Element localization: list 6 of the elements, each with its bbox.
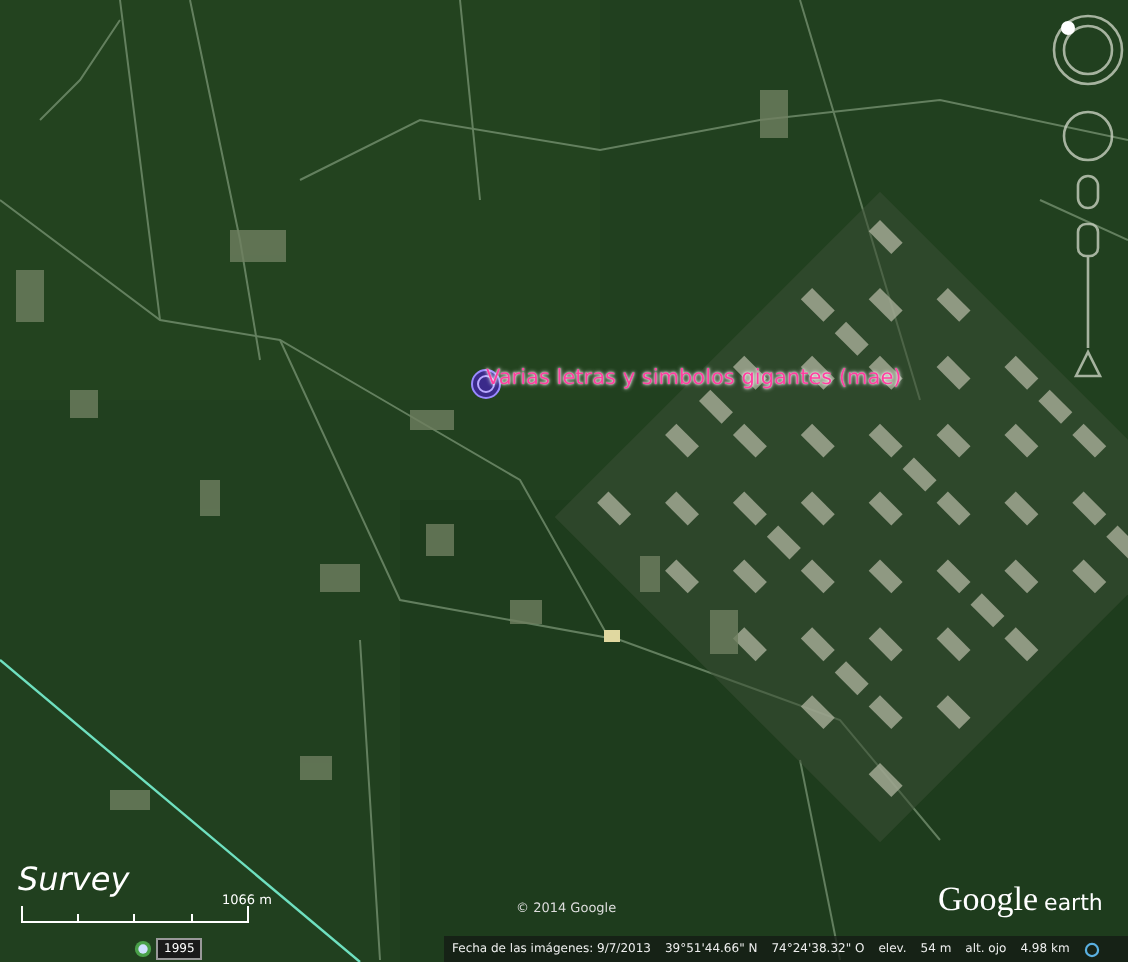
survey-logo: Survey <box>18 860 130 898</box>
logo-word: earth <box>1044 890 1103 916</box>
scale-bar-icon <box>20 904 250 924</box>
logo-word: Google <box>938 880 1039 920</box>
clock-icon[interactable] <box>134 940 152 958</box>
streaming-indicator-icon <box>1083 941 1100 957</box>
